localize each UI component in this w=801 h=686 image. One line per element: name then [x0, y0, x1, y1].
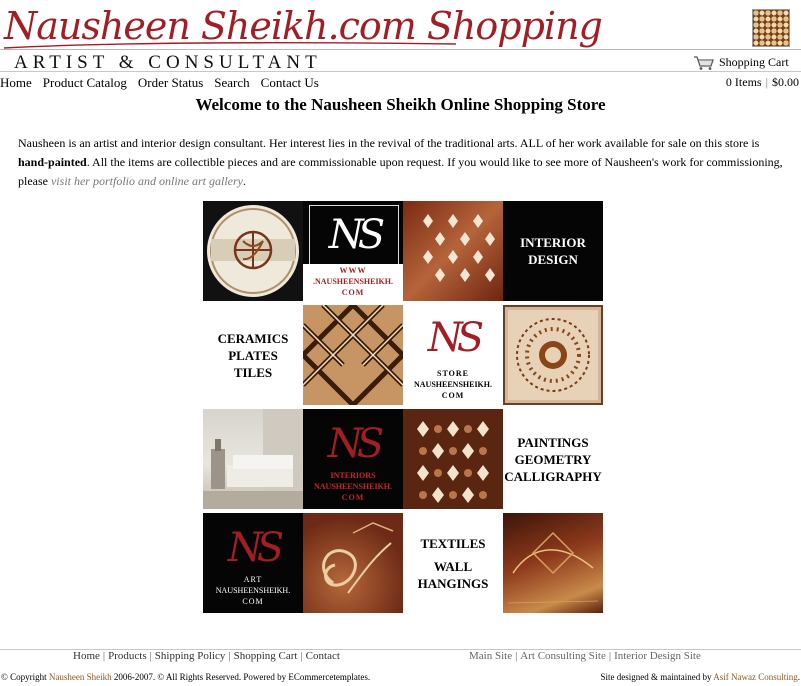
nav-search[interactable]: Search	[214, 75, 249, 90]
intro-bold: hand-painted	[18, 155, 87, 169]
ceramics-label-2: PLATES	[228, 347, 278, 363]
art-monogram: NS	[227, 525, 284, 571]
intro-text-1: Nausheen is an artist and interior desig…	[18, 136, 760, 150]
store-monogram: NS	[427, 315, 484, 361]
maintainer-link[interactable]: Asif Nawaz Consulting	[713, 672, 798, 682]
www-caption-1: WWW	[339, 266, 367, 275]
copyright-end: .	[367, 672, 371, 682]
portfolio-link[interactable]: visit her portfolio and online art galle…	[51, 174, 243, 188]
interiors-caption-1: INTERIORS	[330, 471, 376, 480]
footer-links-left: Home | Products | Shipping Policy | Shopping C…	[73, 650, 340, 662]
nav-order-status[interactable]: Order Status	[138, 75, 203, 90]
footer-link-contact[interactable]: Contact	[306, 650, 340, 662]
www-logo-tile[interactable]: NS WWW .NAUSHEENSHEIKH. COM	[303, 201, 403, 301]
www-caption-2: .NAUSHEENSHEIKH.	[312, 277, 394, 286]
interiors-monogram: NS	[327, 421, 384, 467]
art-logo-tile[interactable]: NS ART NAUSHEENSHEIKH. COM	[203, 513, 303, 613]
shopping-cart-label: Shopping Cart	[719, 55, 789, 69]
intro-paragraph: Nausheen is an artist and interior desig…	[18, 134, 788, 191]
main-nav: Home Product Catalog Order Status Search Con…	[0, 75, 330, 91]
paintings-label-2: GEOMETRY	[514, 451, 592, 467]
interior-design-label-2: DESIGN	[528, 252, 578, 267]
store-logo-tile[interactable]: NS STORE NAUSHEENSHEIKH. COM	[403, 305, 503, 405]
footer-sep: |	[228, 650, 231, 662]
footer-sep: |	[608, 650, 612, 662]
nav-home[interactable]: Home	[0, 75, 32, 90]
interior-design-label-1: INTERIOR	[520, 235, 586, 250]
cart-total: $0.00	[772, 75, 799, 89]
textiles-tile[interactable]: TEXTILES WALL HANGINGS	[403, 513, 503, 613]
interiors-caption-2: NAUSHEENSHEIKH.	[313, 482, 393, 491]
intro-end: .	[242, 174, 246, 188]
nav-contact-us[interactable]: Contact Us	[261, 75, 319, 90]
shopping-cart-link[interactable]: Shopping Cart	[693, 55, 789, 71]
copyright-notice: © Copyright Nausheen Sheikh 2006-2007. ©…	[1, 672, 370, 682]
geometric-tile-image[interactable]	[303, 305, 403, 405]
star-pattern-image[interactable]	[403, 409, 503, 509]
maintained-prefix: Site designed & maintained by	[600, 672, 714, 682]
footer-sep: |	[300, 650, 303, 662]
www-monogram: NS	[328, 212, 385, 258]
store-monogram-box: NS	[409, 309, 497, 367]
footer-link-home[interactable]: Home	[73, 650, 100, 662]
footer-link-main-site[interactable]: Main Site	[469, 650, 512, 662]
textiles-label-2: WALL	[433, 558, 473, 574]
footer-link-interior-design[interactable]: Interior Design Site	[614, 650, 701, 662]
calligraphy-image[interactable]	[303, 513, 403, 613]
art-caption-3: COM	[242, 597, 264, 606]
footer-sep: |	[149, 650, 152, 662]
tile-pattern-image[interactable]	[403, 201, 503, 301]
pattern-thumbnail	[752, 9, 790, 47]
footer-sep: |	[515, 650, 518, 662]
cart-summary: 0 Items | $0.00	[726, 75, 799, 90]
paintings-tile[interactable]: PAINTINGS GEOMETRY CALLIGRAPHY	[503, 409, 603, 509]
powered-by-link[interactable]: ECommercetemplates	[288, 672, 367, 682]
art-monogram-box: NS	[209, 519, 297, 577]
interiors-caption-3: COM	[341, 493, 365, 502]
art-caption-2: NAUSHEENSHEIKH.	[215, 586, 291, 595]
nav-divider	[0, 71, 801, 72]
mandala-painting-image[interactable]	[503, 305, 603, 405]
interior-design-tile[interactable]: INTERIOR DESIGN	[503, 201, 603, 301]
copyright-suffix: 2006-2007. © All Rights Reserved. Powere…	[111, 672, 289, 682]
ceramics-tile[interactable]: CERAMICS PLATES TILES	[203, 305, 303, 405]
www-caption-3: COM	[341, 288, 365, 297]
textiles-label-1: TEXTILES	[420, 535, 486, 551]
ceramics-label-1: CERAMICS	[217, 330, 289, 346]
store-caption-3: COM	[441, 391, 465, 400]
header-divider	[0, 49, 801, 50]
gallery-grid: NS WWW .NAUSHEENSHEIKH. COM INTERIOR DESI…	[203, 201, 603, 613]
interiors-logo-tile[interactable]: NS INTERIORS NAUSHEENSHEIKH. COM	[303, 409, 403, 509]
ceramic-plate-image[interactable]	[203, 201, 303, 301]
abstract-painting-image[interactable]	[503, 513, 603, 613]
cart-items-count: 0 Items	[725, 75, 762, 89]
store-caption-2: NAUSHEENSHEIKH.	[413, 380, 493, 389]
copyright-prefix: © Copyright	[1, 672, 49, 682]
footer-link-shipping-policy[interactable]: Shipping Policy	[155, 650, 226, 662]
textiles-label-3: HANGINGS	[417, 575, 489, 591]
store-caption-1: STORE	[437, 369, 469, 378]
cart-separator: |	[765, 75, 768, 89]
www-monogram-box: NS	[309, 205, 399, 265]
nav-product-catalog[interactable]: Product Catalog	[43, 75, 127, 90]
page-title: Welcome to the Nausheen Sheikh Online Sh…	[195, 95, 606, 114]
paintings-label-1: PAINTINGS	[517, 434, 589, 450]
footer-link-products[interactable]: Products	[108, 650, 147, 662]
interiors-monogram-box: NS	[309, 415, 397, 473]
maintained-by-notice: Site designed & maintained by Asif Nawaz…	[601, 672, 800, 682]
living-room-image[interactable]	[203, 409, 303, 509]
maintained-end: .	[797, 672, 800, 682]
ceramics-label-3: TILES	[233, 364, 273, 380]
paintings-label-3: CALLIGRAPHY	[504, 468, 602, 484]
shopping-cart-icon	[694, 56, 714, 71]
footer-links-right: Main Site | Art Consulting Site | Interior D…	[469, 650, 701, 662]
copyright-name-link[interactable]: Nausheen Sheikh	[49, 672, 112, 682]
footer-link-shopping-cart[interactable]: Shopping Cart	[234, 650, 298, 662]
footer-sep: |	[102, 650, 106, 662]
art-caption-1: ART	[243, 575, 263, 584]
footer-link-art-consulting[interactable]: Art Consulting Site	[520, 650, 606, 662]
